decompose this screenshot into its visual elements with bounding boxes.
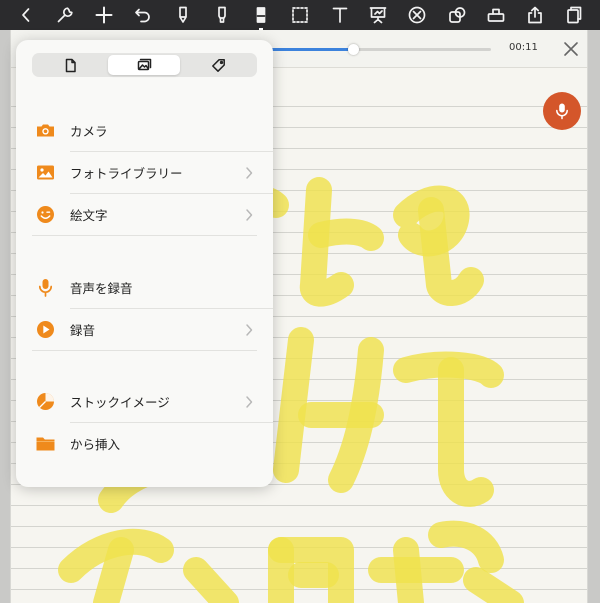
audio-scrubber[interactable] bbox=[261, 44, 491, 55]
insert-popover: カメラ フォトライブラリー 絵文字 音声を録音 録音 ストックイメージ から挿入 bbox=[16, 40, 273, 487]
menu-item-photo-library[interactable]: フォトライブラリー bbox=[16, 151, 273, 193]
image-icon bbox=[137, 58, 151, 70]
menu-item-label: 絵文字 bbox=[70, 208, 108, 223]
audio-progress-fill bbox=[261, 48, 353, 51]
menu-item-label: フォトライブラリー bbox=[70, 166, 183, 181]
section-divider bbox=[32, 235, 257, 236]
chevron-right-icon bbox=[244, 322, 254, 336]
menu-item-label: 音声を録音 bbox=[70, 281, 133, 296]
microphone-icon bbox=[34, 276, 56, 298]
text-icon[interactable] bbox=[328, 3, 352, 27]
menu-item-label: ストックイメージ bbox=[70, 395, 170, 410]
menu-item-emoji[interactable]: 絵文字 bbox=[16, 193, 273, 235]
tab-document[interactable] bbox=[34, 55, 106, 75]
tab-image[interactable] bbox=[108, 55, 180, 75]
pen-icon[interactable] bbox=[171, 3, 195, 27]
menu-item-record-voice[interactable]: 音声を録音 bbox=[16, 266, 273, 308]
menu-item-stock-images[interactable]: ストックイメージ bbox=[16, 380, 273, 422]
top-toolbar bbox=[0, 0, 600, 30]
play-circle-icon bbox=[34, 318, 56, 340]
lasso-icon[interactable] bbox=[288, 3, 312, 27]
tab-sticker[interactable] bbox=[182, 55, 254, 75]
record-microphone-button[interactable] bbox=[543, 92, 581, 130]
tag-icon bbox=[211, 58, 225, 72]
shapes-icon[interactable] bbox=[445, 3, 469, 27]
chevron-right-icon bbox=[244, 394, 254, 408]
close-icon[interactable] bbox=[562, 40, 580, 58]
folder-icon bbox=[34, 432, 56, 454]
insert-type-segmented-control bbox=[32, 53, 257, 77]
presentation-icon[interactable] bbox=[366, 3, 390, 27]
tape-icon[interactable] bbox=[484, 3, 508, 27]
eraser-icon[interactable] bbox=[249, 3, 273, 30]
camera-icon bbox=[34, 119, 56, 141]
audio-time: 00:11 bbox=[509, 42, 538, 53]
section-divider bbox=[32, 350, 257, 351]
menu-item-label: から挿入 bbox=[70, 437, 121, 452]
chevron-right-icon bbox=[244, 207, 254, 221]
stock-image-icon bbox=[34, 390, 56, 412]
photo-library-icon bbox=[34, 161, 56, 183]
menu-item-insert-from[interactable]: から挿入 bbox=[16, 422, 273, 464]
menu-item-recordings[interactable]: 録音 bbox=[16, 308, 273, 350]
menu-item-label: カメラ bbox=[70, 124, 108, 139]
menu-item-label: 録音 bbox=[70, 323, 96, 338]
chevron-left-icon[interactable] bbox=[14, 3, 38, 27]
share-icon[interactable] bbox=[523, 3, 547, 27]
document-icon bbox=[65, 58, 76, 72]
undo-icon[interactable] bbox=[131, 3, 155, 27]
pages-icon[interactable] bbox=[562, 3, 586, 27]
microphone-icon bbox=[556, 103, 568, 120]
laser-icon[interactable] bbox=[405, 3, 429, 27]
menu-item-camera[interactable]: カメラ bbox=[16, 109, 273, 151]
emoji-icon bbox=[34, 203, 56, 225]
audio-scrubber-knob[interactable] bbox=[347, 44, 359, 55]
wrench-icon[interactable] bbox=[53, 3, 77, 27]
chevron-right-icon bbox=[244, 165, 254, 179]
highlighter-icon[interactable] bbox=[210, 3, 234, 27]
plus-icon[interactable] bbox=[92, 3, 116, 27]
